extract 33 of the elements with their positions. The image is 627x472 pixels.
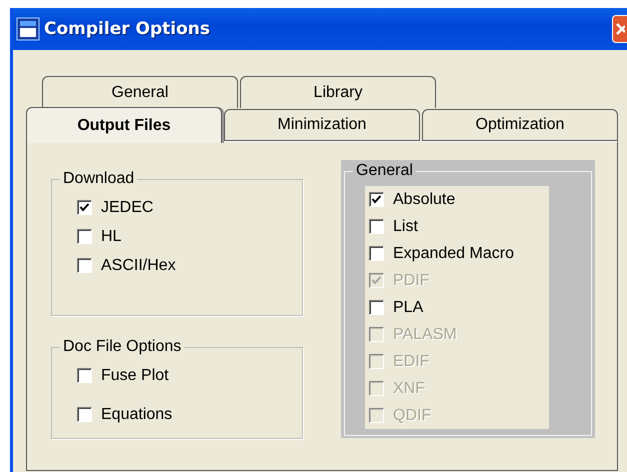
checkbox[interactable] <box>369 246 384 261</box>
checkbox[interactable] <box>369 300 384 315</box>
checkbox[interactable] <box>77 200 92 215</box>
checkbox-label: Expanded Macro <box>393 244 514 262</box>
group-title: Doc File Options <box>60 337 184 357</box>
tab[interactable]: General <box>42 76 238 108</box>
checkbox[interactable] <box>77 407 92 422</box>
checkbox-label: PLA <box>393 298 424 316</box>
checkbox-label: List <box>393 218 418 236</box>
tab[interactable]: Minimization <box>224 109 420 141</box>
checkbox-label: JEDEC <box>101 198 154 216</box>
tab[interactable]: Output Files <box>26 107 222 143</box>
checkbox[interactable] <box>77 258 92 273</box>
checkbox-label: ASCII/Hex <box>101 256 176 274</box>
window-title: Compiler Options <box>44 19 210 39</box>
checkbox-label: Fuse Plot <box>101 366 169 384</box>
checkbox-label: PDIF <box>393 272 430 290</box>
checkbox[interactable] <box>369 192 384 207</box>
checkbox[interactable] <box>77 368 92 383</box>
tab[interactable]: Library <box>240 76 436 108</box>
checkbox[interactable] <box>77 229 92 244</box>
checkbox-label: Absolute <box>393 190 456 208</box>
checkbox-label: XNF <box>393 380 425 398</box>
tab[interactable]: Optimization <box>422 109 618 141</box>
checkbox-label: QDIF <box>393 406 432 424</box>
checkbox-label: EDIF <box>393 352 430 370</box>
close-icon <box>615 22 625 36</box>
checkbox[interactable] <box>369 219 384 234</box>
app-icon <box>16 17 40 41</box>
checkbox-label: Equations <box>101 406 172 424</box>
checkbox-label: PALASM <box>393 326 457 344</box>
close-button[interactable] <box>612 15 627 43</box>
checkbox-label: HL <box>101 228 122 246</box>
